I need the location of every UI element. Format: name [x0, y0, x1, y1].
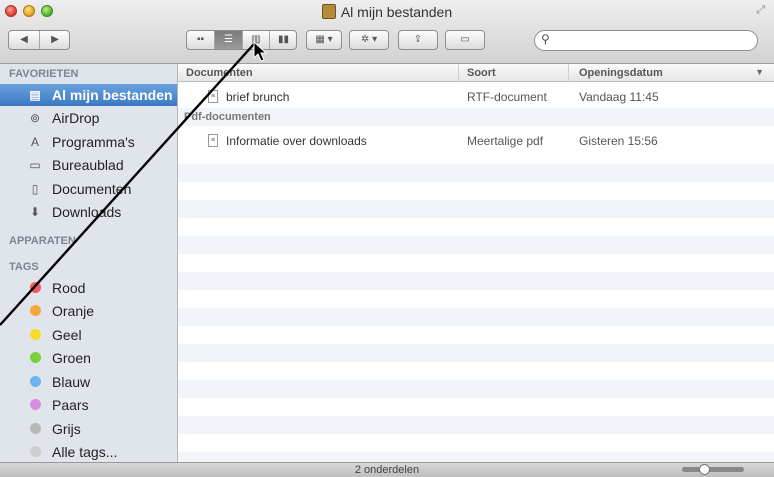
purple-tag-icon: [30, 399, 41, 410]
item-count: 2 onderdelen: [354, 464, 420, 476]
icon-size-slider[interactable]: [682, 464, 744, 475]
sidebar-item-airdrop[interactable]: ⊚ AirDrop: [0, 107, 177, 129]
desktop-icon: ▭: [29, 158, 41, 172]
file-row[interactable]: ≡ brief brunch RTF-document Vandaag 11:4…: [178, 88, 774, 106]
empty-row: [178, 308, 774, 326]
status-bar: 2 onderdelen: [0, 462, 774, 477]
date-column-header[interactable]: Openingsdatum: [579, 67, 663, 79]
sidebar-all-tags[interactable]: Alle tags...: [0, 441, 177, 462]
empty-row: [178, 452, 774, 462]
pdf-file-icon: ≡: [208, 134, 218, 147]
tags-button[interactable]: ▭: [445, 30, 485, 50]
file-list: Documenten Soort Openingsdatum ▼ ≡ brief…: [178, 64, 774, 462]
sidebar-item-documents[interactable]: ▯ Documenten: [0, 178, 177, 200]
empty-row: [178, 200, 774, 218]
red-tag-icon: [30, 282, 41, 293]
sidebar-tag-green[interactable]: Groen: [0, 347, 177, 369]
all-tags-icon: [30, 446, 41, 457]
sidebar-item-downloads[interactable]: ⬇ Downloads: [0, 201, 177, 223]
group-label: Pdf-documenten: [184, 111, 271, 123]
empty-row: [178, 164, 774, 182]
sidebar-tag-purple[interactable]: Paars: [0, 394, 177, 416]
all-files-icon: ▤: [29, 88, 41, 102]
slider-knob[interactable]: [698, 464, 710, 475]
airdrop-icon: ⊚: [29, 111, 41, 125]
arrange-button[interactable]: ▦ ▾: [306, 30, 342, 50]
icon-view-icon[interactable]: ▪▪: [187, 31, 215, 49]
file-kind: Meertalige pdf: [467, 134, 544, 148]
sidebar-tag-blue[interactable]: Blauw: [0, 371, 177, 393]
kind-column-header[interactable]: Soort: [467, 67, 496, 79]
column-view-icon[interactable]: ▥: [243, 31, 270, 49]
applications-icon: A: [30, 135, 39, 149]
arrange-icon: ▦ ▾: [315, 34, 333, 45]
gear-icon: ✲ ▾: [360, 34, 378, 45]
all-my-files-icon: [321, 4, 336, 19]
forward-button[interactable]: ▶: [40, 31, 70, 49]
nav-buttons: ◀ ▶: [8, 30, 70, 50]
orange-tag-icon: [30, 305, 41, 316]
share-button[interactable]: ⇪: [398, 30, 438, 50]
yellow-tag-icon: [30, 329, 41, 340]
empty-row: [178, 236, 774, 254]
sidebar-item-applications[interactable]: A Programma's: [0, 131, 177, 153]
action-button[interactable]: ✲ ▾: [349, 30, 389, 50]
file-kind: RTF-document: [467, 90, 547, 104]
sidebar-tag-red[interactable]: Rood: [0, 277, 177, 299]
documents-icon: ▯: [31, 182, 39, 196]
search-field[interactable]: ⚲: [534, 30, 758, 51]
search-icon: ⚲: [541, 32, 550, 46]
rtf-file-icon: ≡: [208, 90, 218, 103]
fullscreen-icon[interactable]: ⤢: [756, 4, 765, 17]
favorites-header: FAVORIETEN: [9, 68, 79, 80]
sidebar-item-desktop[interactable]: ▭ Bureaublad: [0, 154, 177, 176]
devices-header: APPARATEN: [9, 235, 76, 247]
finder-window: Al mijn bestanden ⤢ ◀ ▶ ▪▪ ☰ ▥ ▮▮ ▦ ▾ ✲ …: [0, 0, 774, 477]
sidebar-tag-orange[interactable]: Oranje: [0, 300, 177, 322]
gray-tag-icon: [30, 423, 41, 434]
empty-row: [178, 272, 774, 290]
file-name: brief brunch: [226, 90, 290, 104]
back-button[interactable]: ◀: [9, 31, 40, 49]
name-column-header[interactable]: Documenten: [186, 67, 253, 79]
column-header: Documenten Soort Openingsdatum ▼: [178, 64, 774, 82]
file-row[interactable]: ≡ Informatie over downloads Meertalige p…: [178, 132, 774, 150]
empty-row: [178, 416, 774, 434]
green-tag-icon: [30, 352, 41, 363]
file-date: Gisteren 15:56: [579, 134, 658, 148]
list-view-icon[interactable]: ☰: [215, 31, 243, 49]
tags-header: TAGS: [9, 261, 39, 273]
sidebar-tag-gray[interactable]: Grijs: [0, 418, 177, 440]
window-title: Al mijn bestanden: [0, 4, 774, 20]
group-header-row: Pdf-documenten: [178, 108, 774, 126]
sort-descending-icon: ▼: [755, 67, 764, 77]
sidebar: FAVORIETEN ▤ Al mijn bestanden ⊚ AirDrop…: [0, 64, 178, 462]
empty-row: [178, 344, 774, 362]
column-divider[interactable]: [458, 64, 459, 82]
sidebar-tag-yellow[interactable]: Geel: [0, 324, 177, 346]
blue-tag-icon: [30, 376, 41, 387]
empty-row: [178, 380, 774, 398]
view-mode-control: ▪▪ ☰ ▥ ▮▮: [186, 30, 297, 50]
tag-icon: ▭: [460, 34, 470, 45]
coverflow-view-icon[interactable]: ▮▮: [270, 31, 297, 49]
sidebar-item-all-files[interactable]: ▤ Al mijn bestanden: [0, 84, 177, 106]
downloads-icon: ⬇: [29, 205, 41, 219]
file-date: Vandaag 11:45: [579, 90, 659, 104]
share-icon: ⇪: [413, 34, 423, 45]
title-toolbar: Al mijn bestanden ⤢ ◀ ▶ ▪▪ ☰ ▥ ▮▮ ▦ ▾ ✲ …: [0, 0, 774, 64]
file-name: Informatie over downloads: [226, 134, 367, 148]
column-divider[interactable]: [568, 64, 569, 82]
